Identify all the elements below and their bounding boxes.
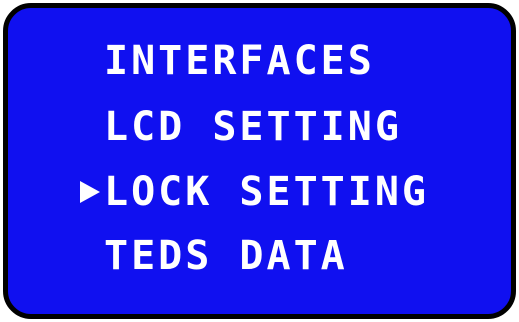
settings-menu: INTERFACES LCD SETTING LOCK SETTING TEDS…	[8, 8, 511, 314]
menu-item-interfaces[interactable]: INTERFACES	[104, 31, 375, 91]
menu-item-teds-data[interactable]: TEDS DATA	[104, 226, 348, 286]
selection-cursor-icon	[80, 181, 100, 203]
menu-item-label: INTERFACES	[104, 38, 375, 84]
menu-item-label: TEDS DATA	[104, 233, 348, 279]
menu-item-lcd-setting[interactable]: LCD SETTING	[104, 97, 402, 157]
lcd-screen: INTERFACES LCD SETTING LOCK SETTING TEDS…	[3, 3, 516, 319]
menu-item-label: LCD SETTING	[104, 104, 402, 150]
menu-item-label: LOCK SETTING	[104, 169, 429, 215]
menu-item-lock-setting[interactable]: LOCK SETTING	[80, 162, 429, 222]
